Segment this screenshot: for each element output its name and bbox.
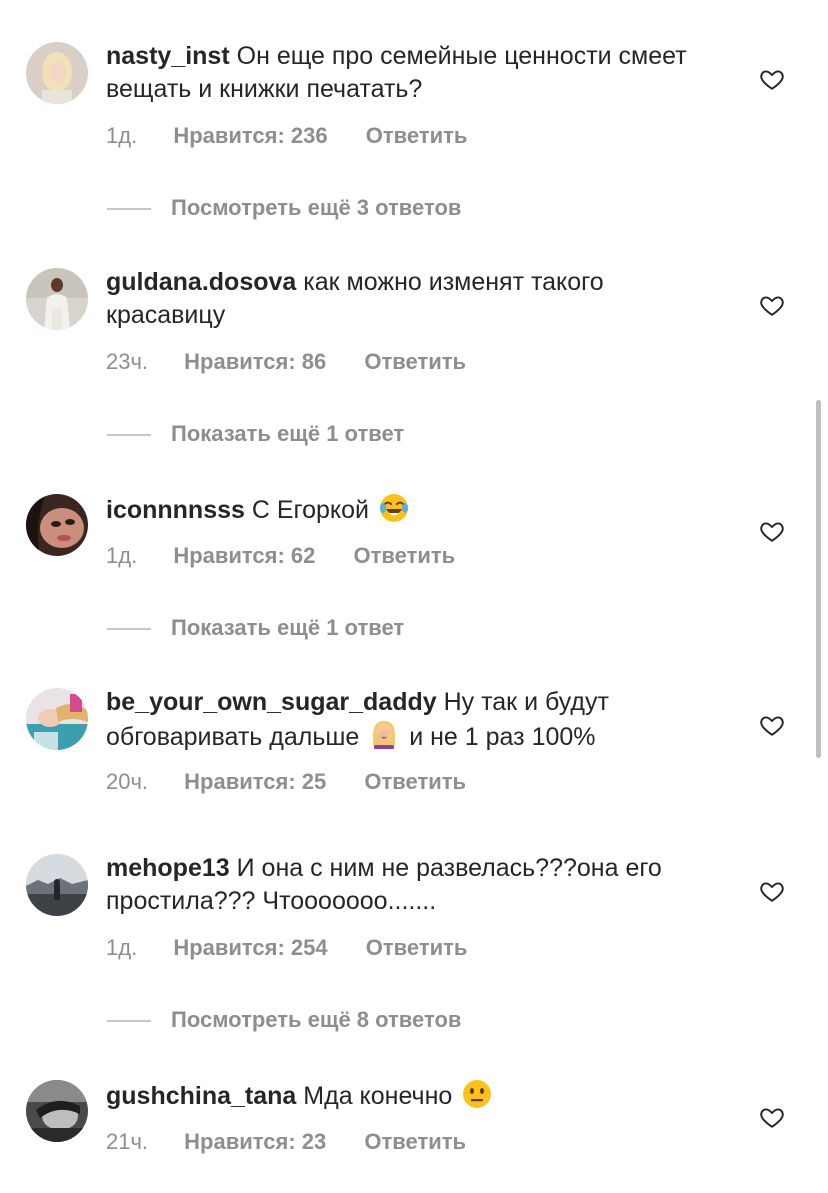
avatar[interactable] (26, 42, 88, 104)
replies-divider (107, 1020, 151, 1022)
blonde-woman-avatar-icon (26, 42, 88, 104)
likes-count[interactable]: Нравится: 23 (184, 1128, 326, 1156)
likes-count[interactable]: Нравится: 62 (173, 542, 315, 570)
replies-divider (107, 208, 151, 210)
replies-divider (107, 434, 151, 436)
username[interactable]: be_your_own_sugar_daddy (106, 688, 437, 716)
comment-time: 23ч. (106, 349, 149, 374)
username[interactable]: guldana.dosova (106, 268, 296, 296)
comment-text: nasty_inst Он еще про семейные ценности … (106, 40, 726, 106)
like-heart-icon[interactable] (759, 1104, 785, 1130)
avatar[interactable] (26, 1080, 88, 1142)
woman-closeup-avatar-icon (26, 494, 88, 556)
reply-button[interactable]: Ответить (364, 768, 466, 796)
comment-meta: 1д. Нравится: 254 Ответить (106, 934, 467, 962)
like-heart-icon[interactable] (759, 292, 785, 318)
view-replies-label: Посмотреть ещё 8 ответов (171, 1007, 462, 1032)
comment-meta: 23ч. Нравится: 86 Ответить (106, 348, 466, 376)
dark-portrait-avatar-icon (26, 1080, 88, 1142)
likes-count[interactable]: Нравится: 25 (184, 768, 326, 796)
username[interactable]: iconnnnsss (106, 496, 245, 524)
scrollbar[interactable] (816, 400, 821, 758)
neutral-face-icon (461, 1078, 493, 1110)
view-replies-button[interactable]: Показать ещё 1 ответ (107, 614, 404, 642)
comment-meta: 1д. Нравится: 236 Ответить (106, 122, 467, 150)
comment-text: gushchina_tana Мда конечно (106, 1078, 726, 1113)
comment-time: 1д. (106, 123, 138, 148)
woman-lying-avatar-icon (26, 688, 88, 750)
comment-text: mehope13 И она с ним не развелась???она … (106, 852, 726, 918)
avatar[interactable] (26, 268, 88, 330)
comment-time: 1д. (106, 543, 138, 568)
likes-count[interactable]: Нравится: 254 (173, 934, 327, 962)
landscape-avatar-icon (26, 854, 88, 916)
avatar[interactable] (26, 854, 88, 916)
comment-text: guldana.dosova как можно изменят такого … (106, 266, 726, 332)
comment-text: iconnnnsss С Егоркой (106, 492, 726, 527)
face-with-tears-of-joy-icon (378, 492, 410, 524)
like-heart-icon[interactable] (759, 878, 785, 904)
like-heart-icon[interactable] (759, 66, 785, 92)
view-replies-label: Показать ещё 1 ответ (171, 421, 405, 446)
comment-time: 21ч. (106, 1129, 149, 1154)
likes-count[interactable]: Нравится: 236 (173, 122, 327, 150)
comment-meta: 20ч. Нравится: 25 Ответить (106, 768, 466, 796)
replies-divider (107, 628, 151, 630)
view-replies-button[interactable]: Показать ещё 1 ответ (107, 420, 404, 448)
comment-meta: 21ч. Нравится: 23 Ответить (106, 1128, 466, 1156)
view-replies-label: Показать ещё 1 ответ (171, 615, 405, 640)
reply-button[interactable]: Ответить (354, 542, 456, 570)
reply-button[interactable]: Ответить (366, 122, 468, 150)
comment-meta: 1д. Нравится: 62 Ответить (106, 542, 455, 570)
comment-body: С Егоркой (251, 496, 370, 524)
comment-body: Мда конечно (303, 1082, 453, 1110)
reply-button[interactable]: Ответить (366, 934, 468, 962)
avatar[interactable] (26, 494, 88, 556)
username[interactable]: nasty_inst (106, 42, 230, 70)
likes-count[interactable]: Нравится: 86 (184, 348, 326, 376)
view-replies-label: Посмотреть ещё 3 ответов (171, 195, 462, 220)
comment-text: be_your_own_sugar_daddy Ну так и будут о… (106, 686, 726, 754)
avatar[interactable] (26, 688, 88, 750)
like-heart-icon[interactable] (759, 712, 785, 738)
like-heart-icon[interactable] (759, 518, 785, 544)
reply-button[interactable]: Ответить (364, 348, 466, 376)
comment-body-continued: и не 1 раз 100% (409, 723, 596, 751)
comment-time: 1д. (106, 935, 138, 960)
comment-time: 20ч. (106, 769, 149, 794)
username[interactable]: mehope13 (106, 854, 230, 882)
reply-button[interactable]: Ответить (364, 1128, 466, 1156)
woman-white-suit-avatar-icon (26, 268, 88, 330)
view-replies-button[interactable]: Посмотреть ещё 3 ответов (107, 194, 461, 222)
view-replies-button[interactable]: Посмотреть ещё 8 ответов (107, 1006, 461, 1034)
woman-facepalming-icon (368, 719, 400, 751)
username[interactable]: gushchina_tana (106, 1082, 296, 1110)
